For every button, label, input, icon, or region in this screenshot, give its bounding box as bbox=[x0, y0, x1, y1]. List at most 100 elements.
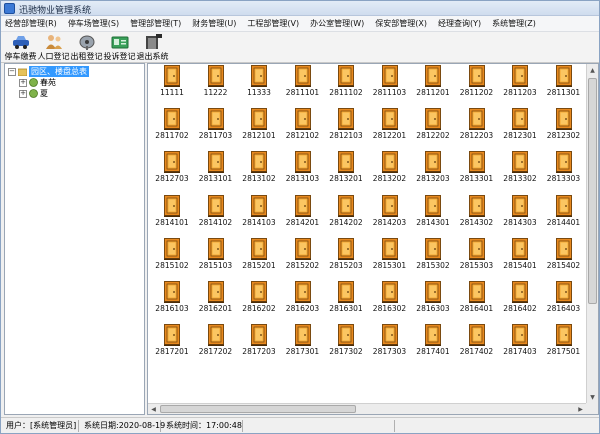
room-item[interactable]: 2813301 bbox=[455, 150, 499, 190]
room-item[interactable]: 2811703 bbox=[194, 107, 238, 147]
room-item[interactable]: 2814102 bbox=[194, 194, 238, 234]
scroll-down-icon[interactable]: ▼ bbox=[587, 392, 598, 403]
menu-business[interactable]: 经营部管理(R) bbox=[5, 18, 57, 29]
room-item[interactable]: 2815202 bbox=[281, 237, 325, 277]
room-item[interactable]: 2815401 bbox=[498, 237, 542, 277]
room-item[interactable]: 2811702 bbox=[150, 107, 194, 147]
menu-engineering[interactable]: 工程部管理(V) bbox=[247, 18, 299, 29]
parking-fee-button[interactable]: 停车缴费 bbox=[4, 32, 37, 63]
room-item[interactable]: 2817501 bbox=[542, 323, 586, 363]
room-item[interactable]: 11111 bbox=[150, 64, 194, 104]
room-item[interactable]: 11333 bbox=[237, 64, 281, 104]
room-item[interactable]: 2816302 bbox=[368, 280, 412, 320]
room-item[interactable]: 2811203 bbox=[498, 64, 542, 104]
room-item[interactable]: 2817303 bbox=[368, 323, 412, 363]
room-item[interactable]: 2816303 bbox=[411, 280, 455, 320]
complaint-register-button[interactable]: 投诉登记 bbox=[103, 32, 136, 63]
menu-manager-query[interactable]: 经理查询(Y) bbox=[438, 18, 481, 29]
room-item[interactable]: 2816402 bbox=[498, 280, 542, 320]
room-item[interactable]: 2814203 bbox=[368, 194, 412, 234]
room-item[interactable]: 2816401 bbox=[455, 280, 499, 320]
menu-management[interactable]: 管理部管理(T) bbox=[130, 18, 181, 29]
room-item[interactable]: 2817302 bbox=[324, 323, 368, 363]
room-item[interactable]: 2814103 bbox=[237, 194, 281, 234]
room-item[interactable]: 2817201 bbox=[150, 323, 194, 363]
room-item[interactable]: 2812302 bbox=[542, 107, 586, 147]
room-item[interactable]: 2814302 bbox=[455, 194, 499, 234]
room-item[interactable]: 2815103 bbox=[194, 237, 238, 277]
menu-parking[interactable]: 停车场管理(S) bbox=[68, 18, 119, 29]
expand-icon[interactable]: + bbox=[19, 78, 27, 87]
room-item[interactable]: 2815402 bbox=[542, 237, 586, 277]
room-item[interactable]: 2812101 bbox=[237, 107, 281, 147]
horizontal-scroll-thumb[interactable] bbox=[160, 405, 356, 413]
rental-register-button[interactable]: 出租登记 bbox=[70, 32, 103, 63]
room-item[interactable]: 2811103 bbox=[368, 64, 412, 104]
room-item[interactable]: 2817402 bbox=[455, 323, 499, 363]
room-item[interactable]: 2814303 bbox=[498, 194, 542, 234]
room-item[interactable]: 2811102 bbox=[324, 64, 368, 104]
menu-security[interactable]: 保安部管理(X) bbox=[375, 18, 427, 29]
collapse-icon[interactable]: − bbox=[8, 67, 16, 76]
tree-root[interactable]: − 园区、楼盘总表 bbox=[8, 66, 89, 77]
room-item[interactable]: 2812201 bbox=[368, 107, 412, 147]
menu-finance[interactable]: 财务管理(U) bbox=[192, 18, 236, 29]
vertical-scroll-thumb[interactable] bbox=[588, 78, 597, 304]
room-item[interactable]: 2813303 bbox=[542, 150, 586, 190]
room-item[interactable]: 2816203 bbox=[281, 280, 325, 320]
vertical-scrollbar[interactable]: ▲ ▼ bbox=[586, 64, 598, 404]
room-item[interactable]: 11222 bbox=[194, 64, 238, 104]
room-item[interactable]: 2815303 bbox=[455, 237, 499, 277]
menu-office[interactable]: 办公室管理(W) bbox=[310, 18, 364, 29]
room-item[interactable]: 2813101 bbox=[194, 150, 238, 190]
scroll-up-icon[interactable]: ▲ bbox=[587, 65, 598, 76]
room-item[interactable]: 2811301 bbox=[542, 64, 586, 104]
scroll-right-icon[interactable]: ▶ bbox=[575, 404, 586, 414]
room-item[interactable]: 2812202 bbox=[411, 107, 455, 147]
room-item[interactable]: 2814301 bbox=[411, 194, 455, 234]
room-item[interactable]: 2814201 bbox=[281, 194, 325, 234]
room-item[interactable]: 2813201 bbox=[324, 150, 368, 190]
room-item[interactable]: 2817401 bbox=[411, 323, 455, 363]
expand-icon[interactable]: + bbox=[19, 89, 27, 98]
room-item[interactable]: 2816301 bbox=[324, 280, 368, 320]
room-item[interactable]: 2811101 bbox=[281, 64, 325, 104]
room-item[interactable]: 2814202 bbox=[324, 194, 368, 234]
room-item[interactable]: 2817403 bbox=[498, 323, 542, 363]
room-item[interactable]: 2812102 bbox=[281, 107, 325, 147]
tree-node-summer[interactable]: + 夏 bbox=[19, 88, 48, 99]
room-item[interactable]: 2812103 bbox=[324, 107, 368, 147]
room-item[interactable]: 2814401 bbox=[542, 194, 586, 234]
room-item[interactable]: 2817202 bbox=[194, 323, 238, 363]
horizontal-scrollbar[interactable]: ◀ ▶ bbox=[148, 403, 586, 414]
menu-system[interactable]: 系统管理(Z) bbox=[492, 18, 536, 29]
room-item[interactable]: 2813203 bbox=[411, 150, 455, 190]
tree-node-spring[interactable]: + 春苑 bbox=[19, 77, 56, 88]
room-item[interactable]: 2812203 bbox=[455, 107, 499, 147]
scroll-left-icon[interactable]: ◀ bbox=[148, 404, 159, 414]
exit-system-button[interactable]: 退出系统 bbox=[136, 32, 169, 63]
room-item[interactable]: 2815201 bbox=[237, 237, 281, 277]
room-item[interactable]: 2816103 bbox=[150, 280, 194, 320]
room-item[interactable]: 2813102 bbox=[237, 150, 281, 190]
room-item[interactable]: 2814101 bbox=[150, 194, 194, 234]
room-item[interactable]: 2817301 bbox=[281, 323, 325, 363]
tree-root-label[interactable]: 园区、楼盘总表 bbox=[29, 66, 89, 77]
room-item[interactable]: 2811202 bbox=[455, 64, 499, 104]
property-tree[interactable]: − 园区、楼盘总表 + 春苑 + 夏 bbox=[4, 63, 145, 415]
room-item[interactable]: 2816202 bbox=[237, 280, 281, 320]
room-item[interactable]: 2817203 bbox=[237, 323, 281, 363]
room-item[interactable]: 2815102 bbox=[150, 237, 194, 277]
room-item[interactable]: 2815203 bbox=[324, 237, 368, 277]
room-item[interactable]: 2816403 bbox=[542, 280, 586, 320]
room-item[interactable]: 2811201 bbox=[411, 64, 455, 104]
room-item[interactable]: 2815301 bbox=[368, 237, 412, 277]
room-item[interactable]: 2815302 bbox=[411, 237, 455, 277]
room-item[interactable]: 2813103 bbox=[281, 150, 325, 190]
room-item[interactable]: 2816201 bbox=[194, 280, 238, 320]
room-item[interactable]: 2813302 bbox=[498, 150, 542, 190]
room-item[interactable]: 2813202 bbox=[368, 150, 412, 190]
room-item[interactable]: 2812703 bbox=[150, 150, 194, 190]
population-register-button[interactable]: 人口登记 bbox=[37, 32, 70, 63]
room-item[interactable]: 2812301 bbox=[498, 107, 542, 147]
